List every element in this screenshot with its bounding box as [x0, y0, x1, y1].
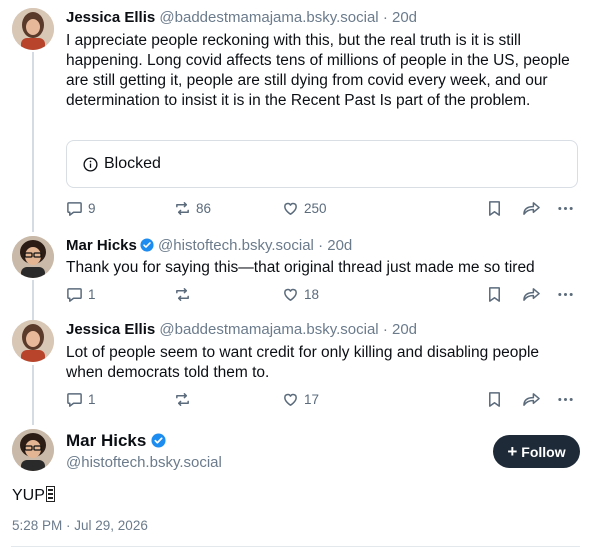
- like-button[interactable]: 18: [282, 286, 319, 303]
- reply-button[interactable]: 9: [66, 200, 96, 217]
- thread-line: [32, 280, 34, 320]
- like-count: 18: [304, 287, 320, 302]
- more-options-button[interactable]: [557, 286, 574, 303]
- bookmark-icon: [489, 392, 500, 407]
- bookmark-button[interactable]: [486, 286, 503, 303]
- avatar[interactable]: [12, 429, 54, 471]
- info-icon: [83, 156, 98, 172]
- author-handle[interactable]: @baddestmamajama.bsky.social: [159, 9, 378, 26]
- avatar[interactable]: [12, 320, 54, 362]
- like-button[interactable]: 250: [282, 200, 327, 217]
- reply-icon: [67, 393, 82, 407]
- share-button[interactable]: [522, 286, 541, 303]
- post-actions: 1 17: [66, 391, 578, 411]
- bookmark-button[interactable]: [486, 391, 503, 408]
- more-options-button[interactable]: [557, 391, 574, 408]
- follow-button[interactable]: + Follow: [493, 435, 580, 468]
- repost-icon: [176, 202, 189, 215]
- emoji-glyph-icon: [45, 486, 55, 502]
- separator: ·: [382, 9, 388, 26]
- post-header: Mar Hicks @histoftech.bsky.social · 20d: [66, 237, 352, 254]
- embed-label: Blocked: [104, 155, 161, 172]
- repost-icon: [176, 393, 189, 406]
- author-handle[interactable]: @baddestmamajama.bsky.social: [159, 321, 378, 338]
- author-name[interactable]: Jessica Ellis: [66, 321, 155, 338]
- plus-icon: +: [507, 442, 518, 461]
- reply-count: 9: [88, 201, 96, 216]
- more-options-button[interactable]: [557, 200, 574, 217]
- bookmark-button[interactable]: [486, 200, 503, 217]
- reply-button[interactable]: 1: [66, 286, 96, 303]
- blocked-embed: Blocked: [66, 140, 578, 188]
- post-header: Jessica Ellis @baddestmamajama.bsky.soci…: [66, 321, 417, 338]
- main-post-header: Mar Hicks @histoftech.bsky.social: [66, 431, 222, 471]
- reply-button[interactable]: 1: [66, 391, 96, 408]
- share-button[interactable]: [522, 391, 541, 408]
- repost-button[interactable]: [174, 286, 191, 303]
- post-actions: 9 86 250: [66, 200, 578, 220]
- post-age[interactable]: 20d: [392, 321, 417, 338]
- post-header: Jessica Ellis @baddestmamajama.bsky.soci…: [66, 9, 417, 26]
- author-name[interactable]: Mar Hicks: [66, 237, 137, 254]
- author-handle[interactable]: @histoftech.bsky.social: [66, 454, 222, 471]
- separator: ·: [382, 321, 388, 338]
- post-actions: 1 18: [66, 286, 578, 306]
- post-text: Lot of people seem to want credit for on…: [66, 344, 540, 381]
- author-name[interactable]: Jessica Ellis: [66, 9, 155, 26]
- separator: ·: [318, 237, 324, 254]
- like-count: 17: [304, 392, 320, 407]
- share-icon: [523, 393, 540, 406]
- reply-icon: [67, 202, 82, 216]
- thread-line: [32, 52, 34, 232]
- heart-icon: [284, 288, 297, 301]
- repost-icon: [176, 288, 189, 301]
- post-timestamp[interactable]: 5:28 PM · Jul 29, 2026: [12, 518, 148, 533]
- share-button[interactable]: [522, 200, 541, 217]
- avatar[interactable]: [12, 8, 54, 50]
- avatar[interactable]: [12, 236, 54, 278]
- bookmark-icon: [489, 287, 500, 302]
- like-button[interactable]: 17: [282, 391, 319, 408]
- more-icon: [558, 292, 573, 297]
- repost-button[interactable]: 86: [174, 200, 211, 217]
- post-age[interactable]: 20d: [392, 9, 417, 26]
- heart-icon: [284, 202, 297, 215]
- verified-badge-icon: [140, 238, 154, 252]
- reply-count: 1: [88, 287, 96, 302]
- verified-badge-icon: [151, 433, 166, 448]
- like-count: 250: [304, 201, 327, 216]
- main-post-text-row: YUP: [12, 486, 55, 505]
- more-icon: [558, 397, 573, 402]
- heart-icon: [284, 393, 297, 406]
- post-text: Thank you for saying this—that original …: [66, 259, 535, 276]
- follow-label: Follow: [521, 443, 566, 460]
- share-icon: [523, 288, 540, 301]
- reply-count: 1: [88, 392, 96, 407]
- post-text: I appreciate people reckoning with this,…: [66, 32, 570, 109]
- bookmark-icon: [489, 201, 500, 216]
- main-post-text: YUP: [12, 487, 45, 504]
- author-name[interactable]: Mar Hicks: [66, 431, 146, 450]
- divider: [11, 546, 580, 547]
- more-icon: [558, 206, 573, 211]
- post-age[interactable]: 20d: [327, 237, 352, 254]
- repost-button[interactable]: [174, 391, 191, 408]
- share-icon: [523, 202, 540, 215]
- repost-count: 86: [196, 201, 212, 216]
- reply-icon: [67, 288, 82, 302]
- thread-line: [32, 365, 34, 425]
- author-handle[interactable]: @histoftech.bsky.social: [158, 237, 314, 254]
